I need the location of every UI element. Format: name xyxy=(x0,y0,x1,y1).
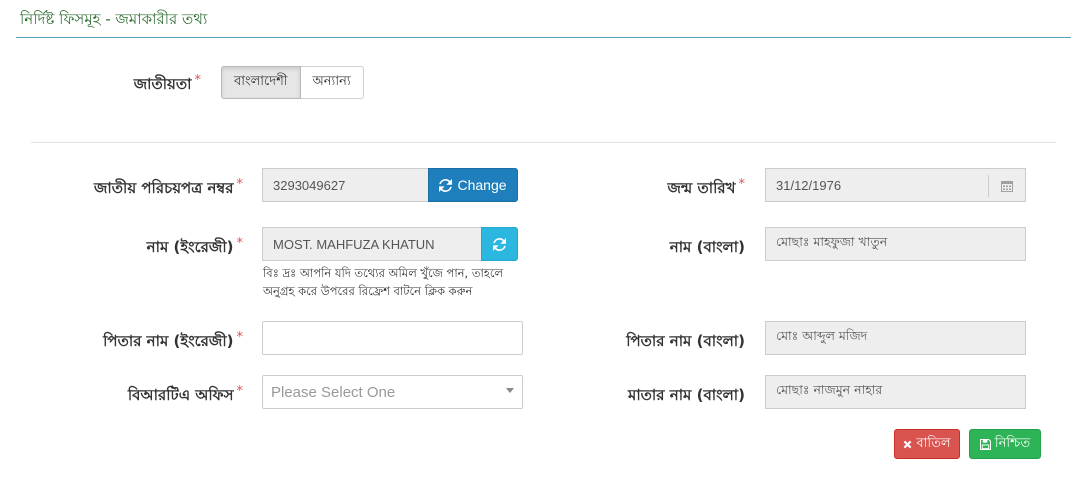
nid-input[interactable]: 3293049627 xyxy=(262,168,429,202)
brta-office-label: বিআরটিএ অফিস * xyxy=(128,384,243,409)
required-mark: * xyxy=(236,177,244,192)
nid-label: জাতীয় পরিচয়পত্র নম্বর * xyxy=(94,177,243,202)
dob-input[interactable]: 31/12/1976 xyxy=(765,168,1026,202)
required-mark: * xyxy=(738,177,746,192)
name-en-input[interactable]: MOST. MAHFUZA KHATUN xyxy=(262,227,482,261)
required-mark: * xyxy=(236,384,244,399)
name-bn-label: নাম (বাংলা) xyxy=(669,238,745,256)
brta-office-label-text: বিআরটিএ অফিস xyxy=(127,386,234,404)
nationality-option-bangladeshi[interactable]: বাংলাদেশী xyxy=(221,66,301,99)
mother-bn-input[interactable]: মোছাঃ নাজমুন নাহার xyxy=(765,375,1026,409)
nationality-label: জাতীয়তা * xyxy=(134,73,201,98)
hint-line-2: অনুগ্রহ করে উপরের রিফ্রেশ বাটনে ক্লিক কর… xyxy=(263,284,473,298)
refresh-icon xyxy=(493,237,506,251)
father-en-label-text: পিতার নাম (ইংরেজী) xyxy=(103,332,234,350)
father-en-label: পিতার নাম (ইংরেজী) * xyxy=(103,330,243,355)
name-en-label: নাম (ইংরেজী) * xyxy=(147,236,243,261)
name-refresh-button[interactable] xyxy=(481,227,518,261)
name-en-label-text: নাম (ইংরেজী) xyxy=(146,238,234,256)
page-title: নির্দিষ্ট ফিসমূহ - জমাকারীর তথ্য xyxy=(20,10,208,28)
nid-change-label: Change xyxy=(457,177,507,193)
section-divider xyxy=(31,142,1056,143)
mother-bn-label: মাতার নাম (বাংলা) xyxy=(627,386,745,404)
required-mark: * xyxy=(236,236,244,251)
close-icon xyxy=(903,440,912,449)
confirm-button[interactable]: নিশ্চিত xyxy=(969,429,1041,459)
brta-office-select[interactable]: Please Select One xyxy=(262,375,523,409)
nationality-option-other[interactable]: অন্যান্য xyxy=(300,66,364,99)
father-en-input[interactable] xyxy=(262,321,523,355)
required-mark: * xyxy=(194,73,202,88)
calendar-icon[interactable] xyxy=(988,175,1025,197)
required-mark: * xyxy=(236,330,244,345)
refresh-hint: বিঃ দ্রঃ আপনি যদি তথ্যের অমিল খুঁজে পান,… xyxy=(263,264,533,300)
nid-change-button[interactable]: Change xyxy=(428,168,518,202)
dob-label-text: জন্ম তারিখ xyxy=(667,179,736,197)
title-divider xyxy=(16,37,1071,38)
nid-label-text: জাতীয় পরিচয়পত্র নম্বর xyxy=(94,179,234,197)
cancel-label: বাতিল xyxy=(916,435,951,451)
caret-down-icon xyxy=(506,388,514,393)
hint-line-1: বিঃ দ্রঃ আপনি যদি তথ্যের অমিল খুঁজে পান,… xyxy=(263,266,504,280)
cancel-button[interactable]: বাতিল xyxy=(894,429,960,459)
name-bn-input[interactable]: মোছাঃ মাহফুজা খাতুন xyxy=(765,227,1026,261)
dob-label: জন্ম তারিখ * xyxy=(668,177,746,202)
nationality-label-text: জাতীয়তা xyxy=(133,75,192,93)
father-bn-input[interactable]: মোঃ আব্দুল মজিদ xyxy=(765,321,1026,355)
confirm-label: নিশ্চিত xyxy=(994,435,1031,451)
brta-office-placeholder: Please Select One xyxy=(271,383,396,401)
refresh-icon xyxy=(439,178,453,192)
nationality-toggle: বাংলাদেশী অন্যান্য xyxy=(221,66,364,99)
father-bn-label: পিতার নাম (বাংলা) xyxy=(626,332,745,350)
save-icon xyxy=(979,438,991,450)
